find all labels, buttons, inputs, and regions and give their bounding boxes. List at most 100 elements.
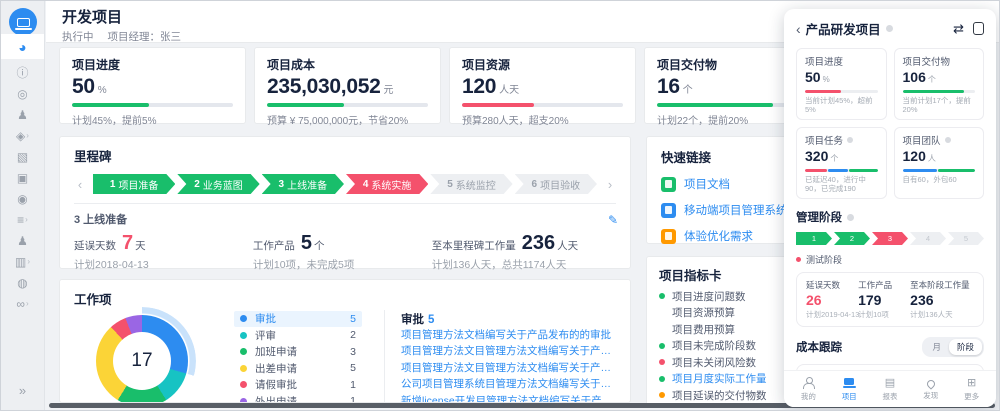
chevron-right-icon: › — [25, 214, 28, 226]
device-icon[interactable] — [973, 22, 984, 35]
switch-project-icon[interactable]: ⇄ — [953, 21, 964, 37]
stat-value: 16 — [657, 75, 680, 98]
approval-link[interactable]: 新增license开发目管理方法文档编写关于产品申请 — [401, 393, 616, 403]
sidebar-item-milestone[interactable]: ◈› — [16, 130, 29, 142]
app-logo[interactable] — [9, 8, 37, 36]
cost-section-header: 成本跟踪 月 阶段 — [796, 337, 984, 357]
stage-step-4[interactable]: 4 — [910, 232, 946, 245]
metric-products: 工作产品5个 计划10项，未完成5项 — [253, 232, 432, 272]
approval-link[interactable]: 项目管理方法文目管理方法文档编写关于产品发档编写任务 — [401, 360, 616, 377]
legend-item-out[interactable]: 外出申请1 — [234, 393, 362, 403]
progress-bar — [805, 90, 878, 93]
step-label: 项目验收 — [540, 177, 580, 192]
milestone-step-2[interactable]: 2业务蓝图 — [177, 174, 259, 194]
segmented-bar — [903, 169, 976, 172]
workitems-donut[interactable]: 17 — [96, 315, 188, 403]
toggle-stage[interactable]: 阶段 — [949, 339, 982, 355]
legend-item-travel[interactable]: 出差申请5 — [234, 360, 362, 377]
stat-card-resource: 项目资源 120人天 预算280人天，超支20% — [449, 47, 636, 124]
sidebar-item-link[interactable]: ∞› — [16, 298, 28, 310]
sidebar-item-report[interactable]: ▥› — [15, 256, 30, 268]
stage-step-3[interactable]: 3 — [872, 232, 908, 245]
nav-item-report[interactable]: ▤报表 — [875, 377, 905, 402]
metric-delay: 延误天数 26 计划2019-04-13 — [806, 279, 858, 320]
milestone-step-4[interactable]: 4系统实施 — [346, 174, 428, 194]
sidebar-item-member[interactable]: ♟ — [17, 109, 28, 121]
legend-item-review[interactable]: 评审2 — [234, 327, 362, 344]
metric-unit: 人天 — [557, 240, 578, 252]
board-icon: ▧ — [17, 151, 28, 163]
approval-link[interactable]: 项目管理方法文目管理方法文档编写关于产品发档编写任务 — [401, 343, 616, 360]
milestone-metrics: 延误天数7天 计划2018-04-13 工作产品5个 计划10项，未完成5项 至… — [74, 232, 616, 272]
sidebar-item-record[interactable]: ◎ — [17, 88, 27, 100]
nav-item-discover[interactable]: 发现 — [916, 378, 946, 401]
legend-item-approval[interactable]: 审批5 — [234, 311, 362, 328]
current-phase-name: 3 上线准备 — [74, 211, 616, 227]
info-icon: ⓘ — [16, 67, 28, 79]
approval-link[interactable]: 公司项目管理系统目管理方法文档编写关于产品发布申请 — [401, 376, 616, 393]
metric-products: 工作产品 179 计划10项 — [858, 279, 910, 320]
stat-unit: 个 — [683, 85, 693, 96]
metric-label: 延误天数 — [74, 240, 116, 252]
status-dot — [796, 257, 801, 262]
project-status: 执行中 — [62, 31, 94, 43]
nav-item-project[interactable]: 项目 — [834, 377, 864, 402]
edit-icon[interactable]: ✎ — [608, 213, 618, 227]
metric-unit: 天 — [135, 240, 146, 252]
status-dot — [659, 376, 665, 382]
laptop-icon — [17, 18, 30, 27]
stage-step-2[interactable]: 2 — [834, 232, 870, 245]
milestone-step-3[interactable]: 3上线准备 — [262, 174, 344, 194]
sidebar-item-dashboard[interactable]: ◕ — [1, 34, 44, 59]
sidebar-item-team[interactable]: ♟ — [17, 235, 28, 247]
sidebar-expand-button[interactable]: » — [1, 383, 44, 398]
milestone-step-6[interactable]: 6项目验收 — [515, 174, 597, 194]
approval-count: 5 — [428, 314, 434, 326]
panel-card-deliverables[interactable]: 项目交付物 106个 当前计划17个，提前20% — [894, 48, 985, 120]
milestone-step-1[interactable]: 1项目准备 — [93, 174, 175, 194]
panel-card-progress[interactable]: 项目进度 50% 当前计划45%，超前5% — [796, 48, 887, 120]
step-number: 1 — [110, 179, 116, 190]
sidebar-item-more[interactable]: ◍ — [17, 277, 27, 289]
steps-next-button[interactable]: › — [604, 177, 616, 192]
stage-step-1[interactable]: 1 — [796, 232, 832, 245]
step-number: 3 — [279, 179, 285, 190]
status-dot — [659, 392, 665, 398]
stage-step-5[interactable]: 5 — [948, 232, 984, 245]
sidebar-item-archive[interactable]: ▣ — [17, 172, 28, 184]
milestone-step-5[interactable]: 5系统监控 — [430, 174, 512, 194]
nav-item-more[interactable]: ⊞更多 — [957, 377, 987, 402]
metric-label: 工作产品 — [253, 240, 295, 252]
stat-cards: 项目进度 50% 计划45%，提前5% 项目成本 235,030,052元 预算… — [59, 47, 831, 124]
legend-item-leave[interactable]: 请假审批1 — [234, 377, 362, 394]
sidebar-item-board[interactable]: ▧ — [17, 151, 28, 163]
back-icon[interactable]: ‹ — [796, 23, 801, 35]
approval-link[interactable]: 项目管理方法文档编写关于产品发布的的审批 — [401, 327, 616, 344]
info-dot-icon — [886, 25, 893, 32]
metric-sub: 计划2018-04-13 — [74, 257, 253, 272]
step-label: 上线准备 — [287, 177, 327, 192]
legend-item-overtime[interactable]: 加班申请3 — [234, 344, 362, 361]
double-chevron-icon: » — [19, 383, 26, 398]
steps-prev-button[interactable]: ‹ — [74, 177, 86, 192]
panel-card-tasks[interactable]: 项目任务 320个 已延迟40，进行中90，已完成190 — [796, 127, 887, 199]
panel-card-team[interactable]: 项目团队 120人 自有60，外包60 — [894, 127, 985, 199]
person-icon — [802, 377, 814, 389]
step-label: 系统监控 — [456, 177, 496, 192]
nav-item-mine[interactable]: 我的 — [793, 377, 823, 402]
stat-unit: % — [98, 85, 107, 96]
sidebar-item-shield[interactable]: ◉ — [17, 193, 27, 205]
member-icon: ♟ — [17, 109, 28, 121]
stage-metrics: 延误天数 26 计划2019-04-13 工作产品 179 计划10项 至本阶段… — [796, 272, 984, 327]
mobile-app-icon — [661, 203, 676, 218]
stat-value: 120 — [462, 75, 496, 98]
toggle-month[interactable]: 月 — [924, 339, 949, 355]
divider — [384, 310, 385, 403]
approval-header: 审批5 — [401, 311, 616, 327]
list-icon: ≡ — [17, 214, 24, 226]
sidebar-item-info[interactable]: ⓘ — [16, 67, 28, 79]
metric-value: 5 — [301, 232, 312, 254]
stat-note: 预算280人天，超支20% — [462, 112, 623, 127]
sidebar-item-list[interactable]: ≡› — [17, 214, 28, 226]
metric-sub: 计划10项，未完成5项 — [253, 257, 432, 272]
